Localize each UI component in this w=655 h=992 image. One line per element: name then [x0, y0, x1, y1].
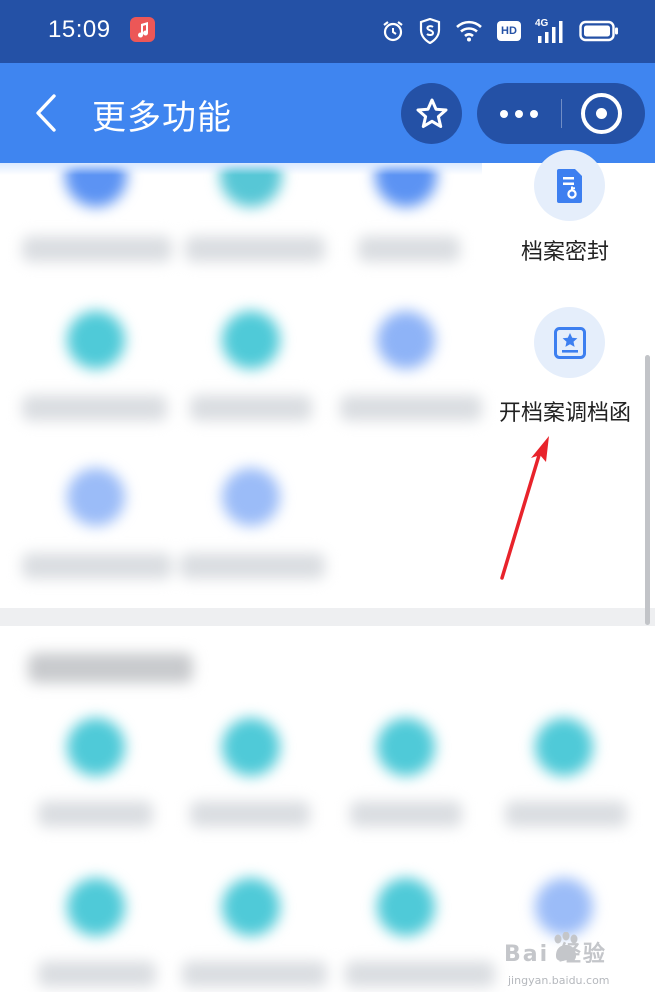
security-shield-icon — [419, 18, 441, 44]
blurred-icon — [67, 718, 125, 776]
more-dots-icon — [500, 109, 508, 118]
blurred-label — [22, 553, 172, 579]
mini-program-capsule — [477, 83, 645, 144]
blurred-icon — [222, 468, 280, 526]
blurred-label — [180, 553, 325, 579]
feature-label: 开档案调档函 — [498, 401, 631, 426]
more-button[interactable] — [477, 83, 561, 144]
blurred-label — [22, 236, 172, 262]
baidu-watermark: Bai 经验 jingyan.baidu.com — [500, 930, 650, 990]
blurred-label — [185, 236, 325, 262]
blurred-label — [340, 395, 482, 421]
blurred-label — [38, 801, 153, 827]
blurred-label — [345, 961, 495, 987]
content-area — [0, 163, 655, 992]
feature-label: 档案密封 — [520, 240, 609, 265]
watermark-brand: Bai 经验 — [504, 942, 607, 967]
blurred-label — [190, 395, 312, 421]
feature-archive-transfer-letter[interactable]: 开档案调档函 — [490, 307, 640, 427]
alarm-icon — [383, 21, 403, 42]
blurred-label — [22, 395, 167, 421]
blurred-label — [190, 801, 310, 827]
feature-icon-circle — [534, 150, 605, 221]
capsule-divider — [561, 99, 562, 128]
feature-archive-seal[interactable]: 档案密封 — [490, 150, 640, 265]
hd-icon: HD — [497, 21, 521, 41]
status-time: 15:09 — [48, 16, 111, 43]
feature-icon-circle — [534, 307, 605, 378]
scrollbar[interactable] — [645, 355, 650, 625]
blurred-feature-grid — [0, 163, 655, 992]
document-key-icon — [556, 168, 582, 203]
document-star-icon — [553, 326, 586, 359]
signal-4g-icon: 4G — [535, 18, 565, 44]
blurred-label — [505, 801, 627, 827]
blurred-icon — [67, 468, 125, 526]
watermark-url: jingyan.baidu.com — [508, 974, 610, 987]
back-button[interactable] — [24, 88, 68, 138]
wifi-icon — [456, 20, 482, 42]
section-divider — [0, 608, 655, 626]
blurred-icon — [377, 878, 435, 936]
blurred-icon — [377, 718, 435, 776]
blurred-icon — [67, 311, 125, 369]
blurred-icon — [222, 311, 280, 369]
hd-label: HD — [501, 25, 517, 37]
blurred-section-title — [28, 653, 193, 683]
star-icon — [416, 98, 447, 128]
blurred-icon — [222, 878, 280, 936]
favorite-button[interactable] — [401, 83, 462, 144]
blurred-icon — [222, 718, 280, 776]
status-bar: 15:09 HD 4G — [0, 0, 655, 63]
music-app-icon — [130, 17, 155, 42]
chevron-left-icon — [36, 94, 56, 132]
blurred-label — [358, 236, 460, 262]
battery-icon — [579, 20, 618, 42]
blurred-icon — [67, 878, 125, 936]
blurred-label — [38, 961, 156, 987]
blurred-label — [182, 961, 327, 987]
scroll-fade — [0, 163, 482, 175]
nav-bar: 更多功能 — [0, 63, 655, 163]
blurred-label — [350, 801, 462, 827]
blurred-icon — [535, 718, 593, 776]
blurred-icon — [535, 878, 593, 936]
blurred-icon — [377, 311, 435, 369]
close-button[interactable] — [581, 93, 622, 134]
page-title: 更多功能 — [92, 98, 232, 138]
